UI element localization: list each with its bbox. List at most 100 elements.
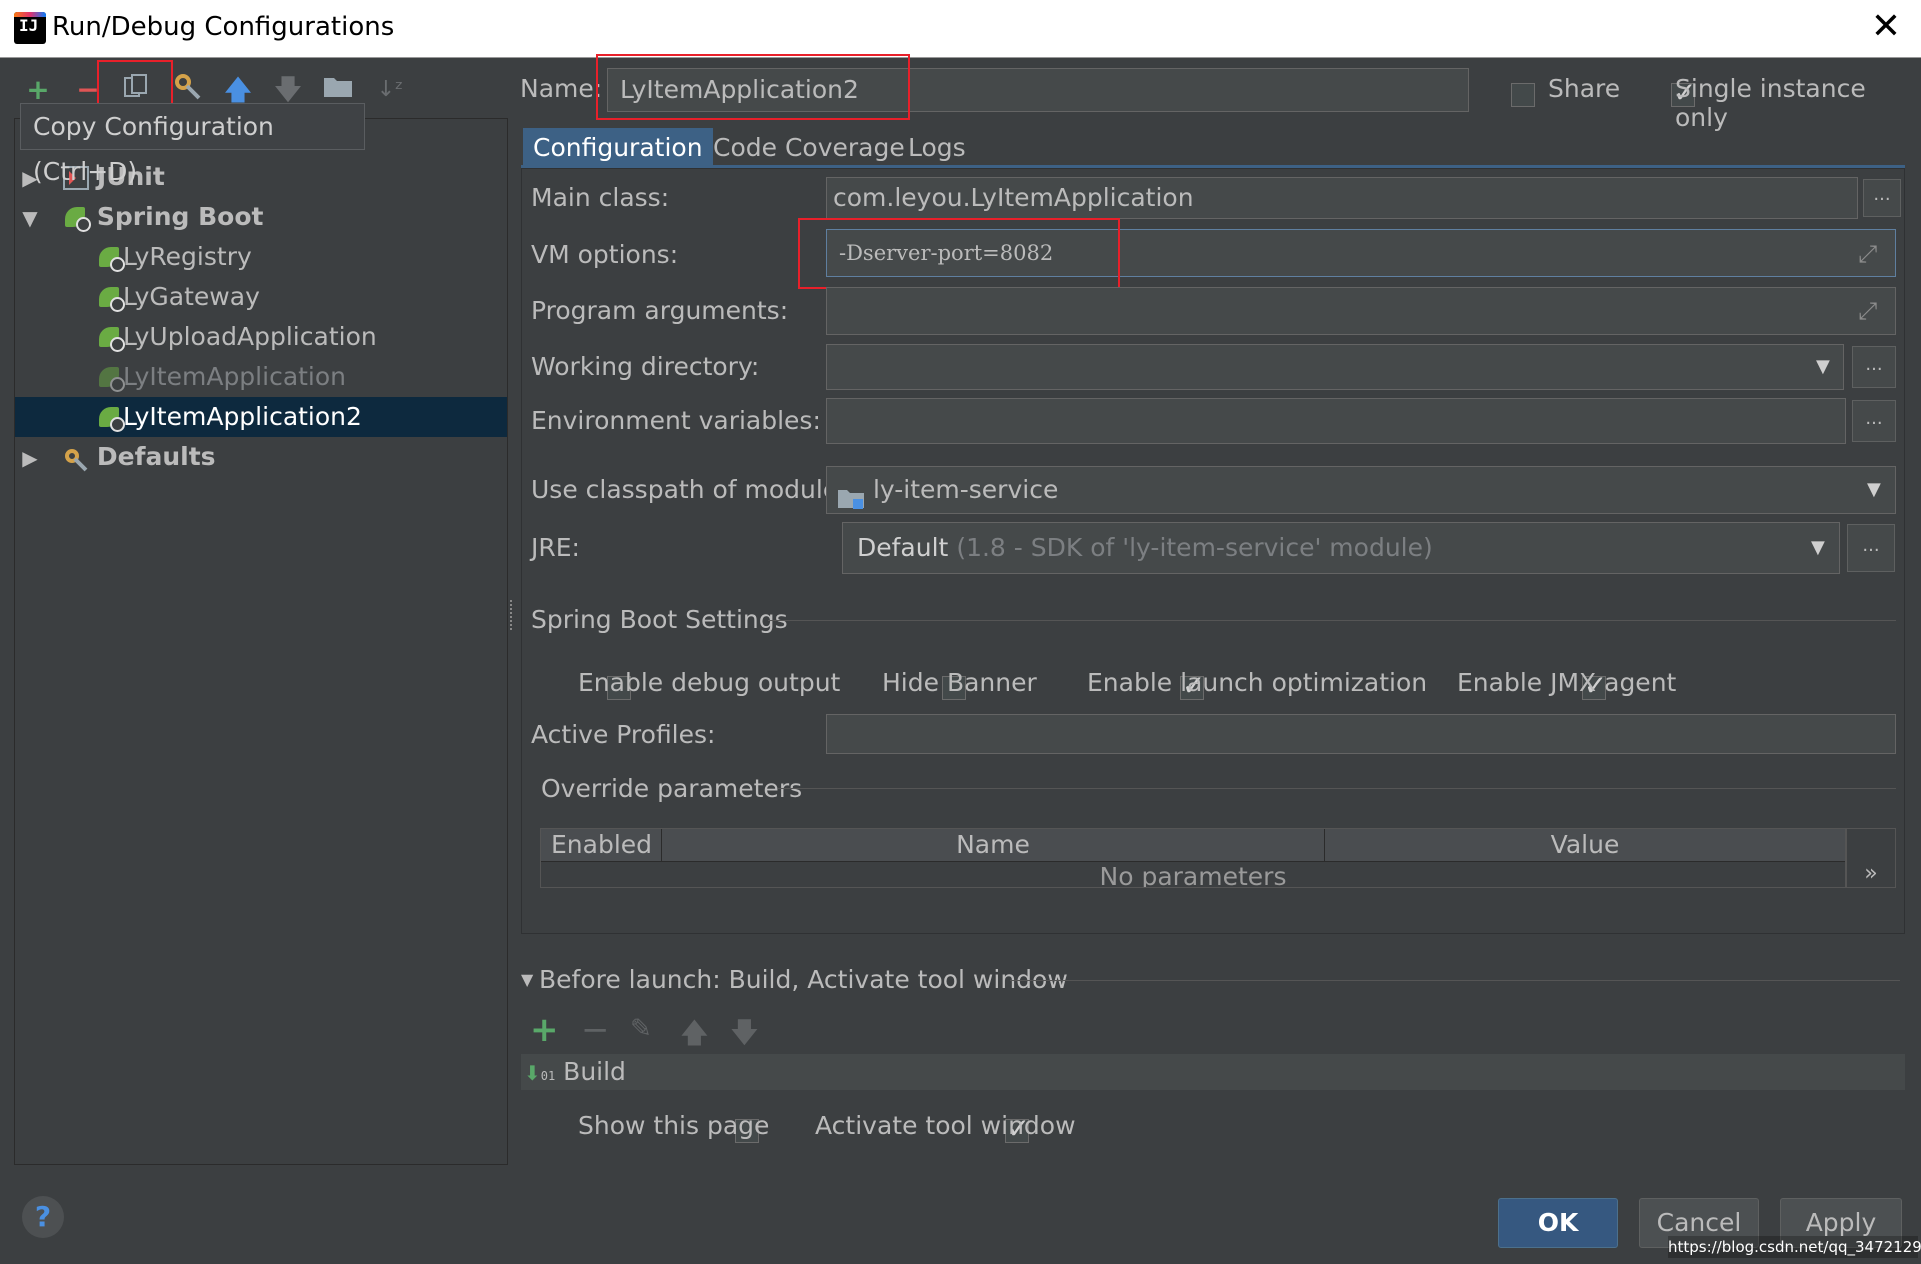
chevron-right-icon[interactable]: ▶ (15, 438, 45, 478)
move-up-icon[interactable]: 🡅 (680, 1012, 709, 1060)
tree-item-spring-boot[interactable]: ▼ Spring Boot (15, 197, 507, 237)
share-checkbox[interactable] (1511, 83, 1535, 107)
tab-code-coverage[interactable]: Code Coverage (703, 128, 915, 168)
chevron-down-icon[interactable]: ▼ (1811, 537, 1825, 558)
name-label: Name: (520, 74, 603, 103)
tab-configuration[interactable]: Configuration (523, 128, 713, 168)
environment-variables-input[interactable] (826, 398, 1846, 444)
single-instance-label: Single instance only (1675, 74, 1866, 132)
tree-item-lyitemapplication2[interactable]: LyItemApplication2 (15, 397, 507, 437)
close-icon[interactable]: ✕ (1871, 6, 1901, 47)
build-label: Build (563, 1057, 626, 1086)
move-down-icon[interactable]: 🡇 (730, 1012, 759, 1060)
remove-icon[interactable]: − (581, 1010, 610, 1050)
vm-options-input[interactable]: -Dserver-port=8082 (826, 229, 1896, 277)
working-directory-browse-button[interactable]: ... (1852, 346, 1896, 388)
active-profiles-input[interactable] (826, 714, 1896, 754)
chevron-down-icon[interactable]: ▼ (15, 198, 45, 238)
environment-variables-browse-button[interactable]: ... (1852, 400, 1896, 442)
empty-table-text: No parameters (1099, 862, 1287, 888)
enable-jmx-agent-label: Enable JMX agent (1457, 668, 1677, 697)
copy-tooltip: Copy Configuration (Ctrl+D) (20, 103, 365, 186)
sort-icon[interactable]: ↓ᶻ (372, 72, 408, 108)
spring-boot-icon (97, 245, 125, 272)
tree-label-defaults: Defaults (96, 442, 216, 471)
override-parameters-title: Override parameters (541, 774, 803, 803)
spring-boot-icon (97, 405, 125, 432)
spring-boot-icon (97, 365, 125, 392)
add-icon[interactable]: + (530, 1010, 559, 1050)
table-header: Enabled Name Value (541, 829, 1845, 862)
chevron-down-icon[interactable]: ▼ (1816, 356, 1830, 377)
tree-item-lyitemapplication[interactable]: LyItemApplication (15, 357, 507, 397)
jre-value: Default (857, 533, 949, 562)
window-title: Run/Debug Configurations (52, 12, 395, 42)
spring-boot-icon (97, 285, 125, 312)
show-this-page-label: Show this page (578, 1111, 770, 1140)
name-input[interactable]: LyItemApplication2 (607, 68, 1469, 112)
working-directory-label: Working directory: (531, 352, 760, 381)
before-launch-title[interactable]: Before launch: Build, Activate tool wind… (539, 965, 1068, 994)
tree-label: LyUploadApplication (123, 322, 377, 351)
wrench-icon (63, 445, 89, 472)
tree-label: LyItemApplication (123, 362, 347, 391)
expand-icon[interactable]: ⤢ (1858, 240, 1877, 268)
title-bar: IJ Run/Debug Configurations ✕ (0, 0, 1921, 58)
jre-browse-button[interactable]: ... (1847, 524, 1895, 572)
watermark: https://blog.csdn.net/qq_34721292 (1668, 1236, 1921, 1258)
hide-banner-label: Hide Banner (882, 668, 1037, 697)
jre-select[interactable]: Default (1.8 - SDK of 'ly-item-service' … (842, 522, 1840, 574)
column-header-value[interactable]: Value (1325, 829, 1845, 861)
collapse-triangle-icon[interactable]: ▼ (521, 970, 533, 989)
environment-variables-label: Environment variables: (531, 406, 821, 435)
tree-label: LyItemApplication2 (123, 402, 362, 431)
classpath-module-select[interactable]: ly-item-service (826, 466, 1896, 514)
chevron-down-icon[interactable]: ▼ (1867, 479, 1881, 500)
intellij-app-icon: IJ (14, 12, 46, 44)
module-folder-icon (837, 479, 865, 509)
expand-icon[interactable]: ⤢ (1858, 297, 1877, 325)
before-launch-list (521, 1054, 1905, 1090)
override-parameters-table: Enabled Name Value No parameters (540, 828, 1846, 888)
binary-icon: 01 (540, 1069, 556, 1083)
divider (768, 620, 1896, 621)
share-label: Share (1548, 74, 1621, 103)
enable-debug-output-label: Enable debug output (578, 668, 841, 697)
jre-label: JRE: (531, 533, 580, 562)
main-class-browse-button[interactable]: ... (1863, 179, 1901, 217)
main-class-label: Main class: (531, 183, 670, 212)
tree-item-defaults[interactable]: ▶ Defaults (15, 437, 507, 477)
spring-boot-icon (63, 205, 91, 232)
spring-boot-settings-title: Spring Boot Settings (531, 605, 788, 634)
divider (778, 788, 1896, 789)
spring-boot-icon (97, 325, 125, 352)
build-icon: ⬇ (524, 1061, 541, 1085)
tree-item-lyregistry[interactable]: LyRegistry (15, 237, 507, 277)
tab-logs[interactable]: Logs (898, 128, 976, 168)
tree-label: LyRegistry (123, 242, 252, 271)
program-arguments-label: Program arguments: (531, 296, 789, 325)
expand-table-button[interactable]: » (1846, 828, 1896, 888)
splitter-handle[interactable] (510, 600, 516, 630)
working-directory-input[interactable] (826, 344, 1844, 390)
tree-item-lyuploadapplication[interactable]: LyUploadApplication (15, 317, 507, 357)
configuration-tree: ▶ JUnit ▼ Spring Boot LyRegistry LyGatew… (14, 118, 508, 1165)
ok-button[interactable]: OK (1498, 1198, 1618, 1248)
activate-tool-window-label: Activate tool window (815, 1111, 1076, 1140)
active-profiles-label: Active Profiles: (531, 720, 716, 749)
tree-list: ▶ JUnit ▼ Spring Boot LyRegistry LyGatew… (15, 157, 507, 477)
list-item-build[interactable]: ⬇01 Build (524, 1054, 626, 1090)
column-header-name[interactable]: Name (662, 829, 1325, 861)
tree-item-lygateway[interactable]: LyGateway (15, 277, 507, 317)
classpath-module-value: ly-item-service (872, 475, 1059, 504)
program-arguments-input[interactable] (826, 287, 1896, 335)
column-header-enabled[interactable]: Enabled (541, 829, 662, 861)
edit-icon[interactable]: ✎ (630, 1014, 652, 1044)
enable-launch-optimization-label: Enable launch optimization (1087, 668, 1428, 697)
divider (1010, 980, 1900, 981)
tree-label-spring-boot: Spring Boot (96, 202, 264, 231)
help-button[interactable]: ? (22, 1196, 64, 1238)
vm-options-label: VM options: (531, 240, 679, 269)
main-class-input[interactable]: com.leyou.LyItemApplication (826, 177, 1858, 219)
classpath-module-label: Use classpath of module: (531, 475, 847, 504)
